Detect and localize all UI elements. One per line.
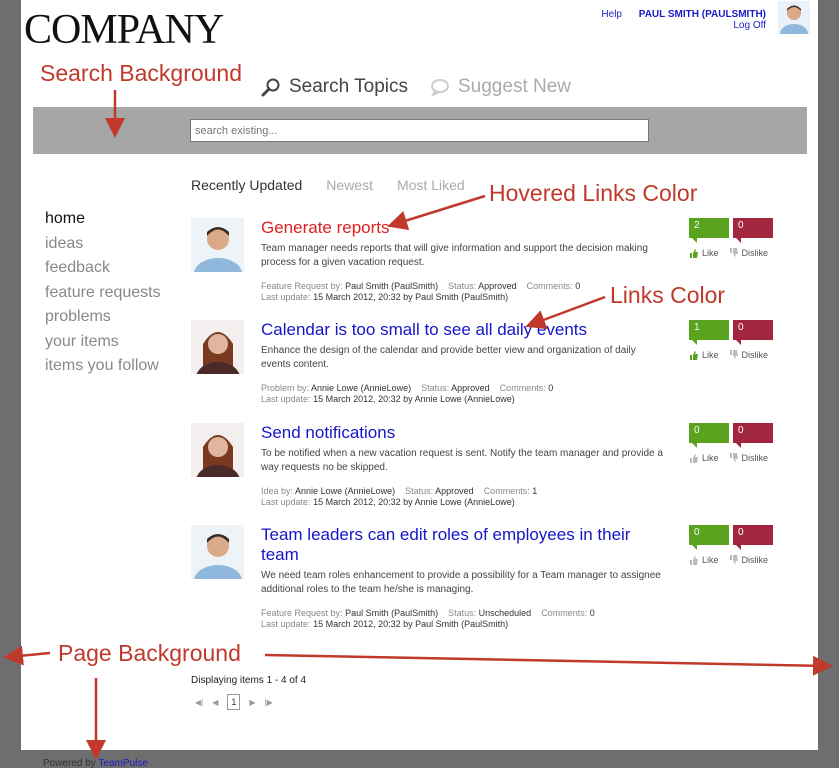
like-count: 0 <box>689 525 729 550</box>
sidebar-item-your-items[interactable]: your items <box>45 330 161 355</box>
like-button[interactable]: Like <box>689 350 719 360</box>
thumbs-up-icon <box>690 454 698 463</box>
sidebar-item-ideas[interactable]: ideas <box>45 232 161 257</box>
tab-newest[interactable]: Newest <box>326 177 373 193</box>
user-name-link[interactable]: PAUL SMITH (PAULSMITH) <box>639 9 766 20</box>
item-title-link[interactable]: Team leaders can edit roles of employees… <box>261 525 666 565</box>
tab-suggest-new-label: Suggest New <box>458 76 572 97</box>
tab-recently-updated[interactable]: Recently Updated <box>191 177 302 193</box>
item-description: Enhance the design of the calendar and p… <box>261 345 636 370</box>
dislike-button[interactable]: Dislike <box>729 555 768 565</box>
dislike-button[interactable]: Dislike <box>729 248 768 258</box>
item-meta: Problem by: Annie Lowe (AnnieLowe) Status… <box>261 383 554 404</box>
male-avatar-icon <box>191 218 244 272</box>
sidebar-item-problems[interactable]: problems <box>45 305 161 330</box>
like-button[interactable]: Like <box>689 453 719 463</box>
page-number-button[interactable]: 1 <box>227 694 241 710</box>
thumbs-up-icon <box>690 249 698 258</box>
last-page-icon[interactable]: |▶ <box>265 698 273 707</box>
dislike-count: 0 <box>733 320 773 345</box>
thumbs-down-icon <box>729 453 738 462</box>
female-avatar-icon <box>191 320 244 374</box>
search-icon <box>261 78 280 97</box>
thumbs-up-icon <box>690 556 698 565</box>
author-avatar <box>191 423 244 477</box>
item-meta: Feature Request by: Paul Smith (PaulSmit… <box>261 608 595 629</box>
thumbs-down-icon <box>729 248 738 257</box>
female-avatar-icon <box>191 423 244 477</box>
author-avatar <box>191 525 244 579</box>
tab-search-topics[interactable]: Search Topics <box>261 76 408 98</box>
item-description: Team manager needs reports that will giv… <box>261 243 648 268</box>
author-avatar <box>191 320 244 374</box>
item-description: We need team roles enhancement to provid… <box>261 570 661 595</box>
sort-tabs: Recently Updated Newest Most Liked <box>191 177 465 193</box>
tab-suggest-new[interactable]: Suggest New <box>430 76 571 98</box>
item-description: To be notified when a new vacation reque… <box>261 448 663 473</box>
thumbs-up-icon <box>690 351 698 360</box>
powered-by: Powered by TeamPulse <box>43 758 148 768</box>
like-button[interactable]: Like <box>689 248 719 258</box>
first-page-icon[interactable]: ◀| <box>195 698 203 707</box>
sidebar-item-feature-requests[interactable]: feature requests <box>45 281 161 306</box>
speech-bubble-icon <box>431 79 449 96</box>
male-avatar-icon <box>191 525 244 579</box>
item-meta: Feature Request by: Paul Smith (PaulSmit… <box>261 281 581 302</box>
next-page-icon[interactable]: ▶ <box>249 698 255 707</box>
user-avatar[interactable] <box>778 1 810 34</box>
dislike-button[interactable]: Dislike <box>729 453 768 463</box>
author-avatar <box>191 218 244 272</box>
help-link[interactable]: Help <box>601 9 622 20</box>
item-title-link[interactable]: Send notifications <box>261 423 666 443</box>
like-count: 1 <box>689 320 729 345</box>
sidebar-item-home[interactable]: home <box>45 207 161 232</box>
sidebar-item-items-you-follow[interactable]: items you follow <box>45 354 161 379</box>
user-menu: Help PAUL SMITH (PAULSMITH) Log Off <box>601 9 766 31</box>
dislike-button[interactable]: Dislike <box>729 350 768 360</box>
item-meta: Idea by: Annie Lowe (AnnieLowe) Status: A… <box>261 486 538 507</box>
annotation-page-background: Page Background <box>58 640 241 666</box>
male-avatar-icon <box>778 1 810 34</box>
logoff-link[interactable]: Log Off <box>733 20 766 31</box>
search-tabs: Search Topics Suggest New <box>261 76 571 98</box>
teampulse-link[interactable]: TeamPulse <box>98 758 147 768</box>
sidebar-nav: home ideas feedback feature requests pro… <box>45 207 161 379</box>
like-button[interactable]: Like <box>689 555 719 565</box>
tab-search-topics-label: Search Topics <box>289 76 408 97</box>
pager: ◀| ◀ 1 ▶ |▶ <box>195 694 273 710</box>
sidebar-item-feedback[interactable]: feedback <box>45 256 161 281</box>
tab-most-liked[interactable]: Most Liked <box>397 177 465 193</box>
thumbs-down-icon <box>729 350 738 359</box>
annotation-hovered-links: Hovered Links Color <box>489 180 698 206</box>
displaying-count: Displaying items 1 - 4 of 4 <box>191 675 307 686</box>
dislike-count: 0 <box>733 218 773 243</box>
item-title-link[interactable]: Generate reports <box>261 218 666 238</box>
dislike-count: 0 <box>733 423 773 448</box>
prev-page-icon[interactable]: ◀ <box>212 698 218 707</box>
company-logo: COMPANY <box>24 7 224 53</box>
annotation-search-background: Search Background <box>40 60 243 86</box>
dislike-count: 0 <box>733 525 773 550</box>
like-count: 0 <box>689 423 729 448</box>
item-title-link[interactable]: Calendar is too small to see all daily e… <box>261 320 666 340</box>
annotation-links-color: Links Color <box>610 282 726 308</box>
like-count: 2 <box>689 218 729 243</box>
thumbs-down-icon <box>729 555 738 564</box>
page-container: COMPANY Help PAUL SMITH (PAULSMITH) Log … <box>21 0 818 750</box>
search-input[interactable] <box>190 119 649 142</box>
search-bar <box>33 107 807 154</box>
